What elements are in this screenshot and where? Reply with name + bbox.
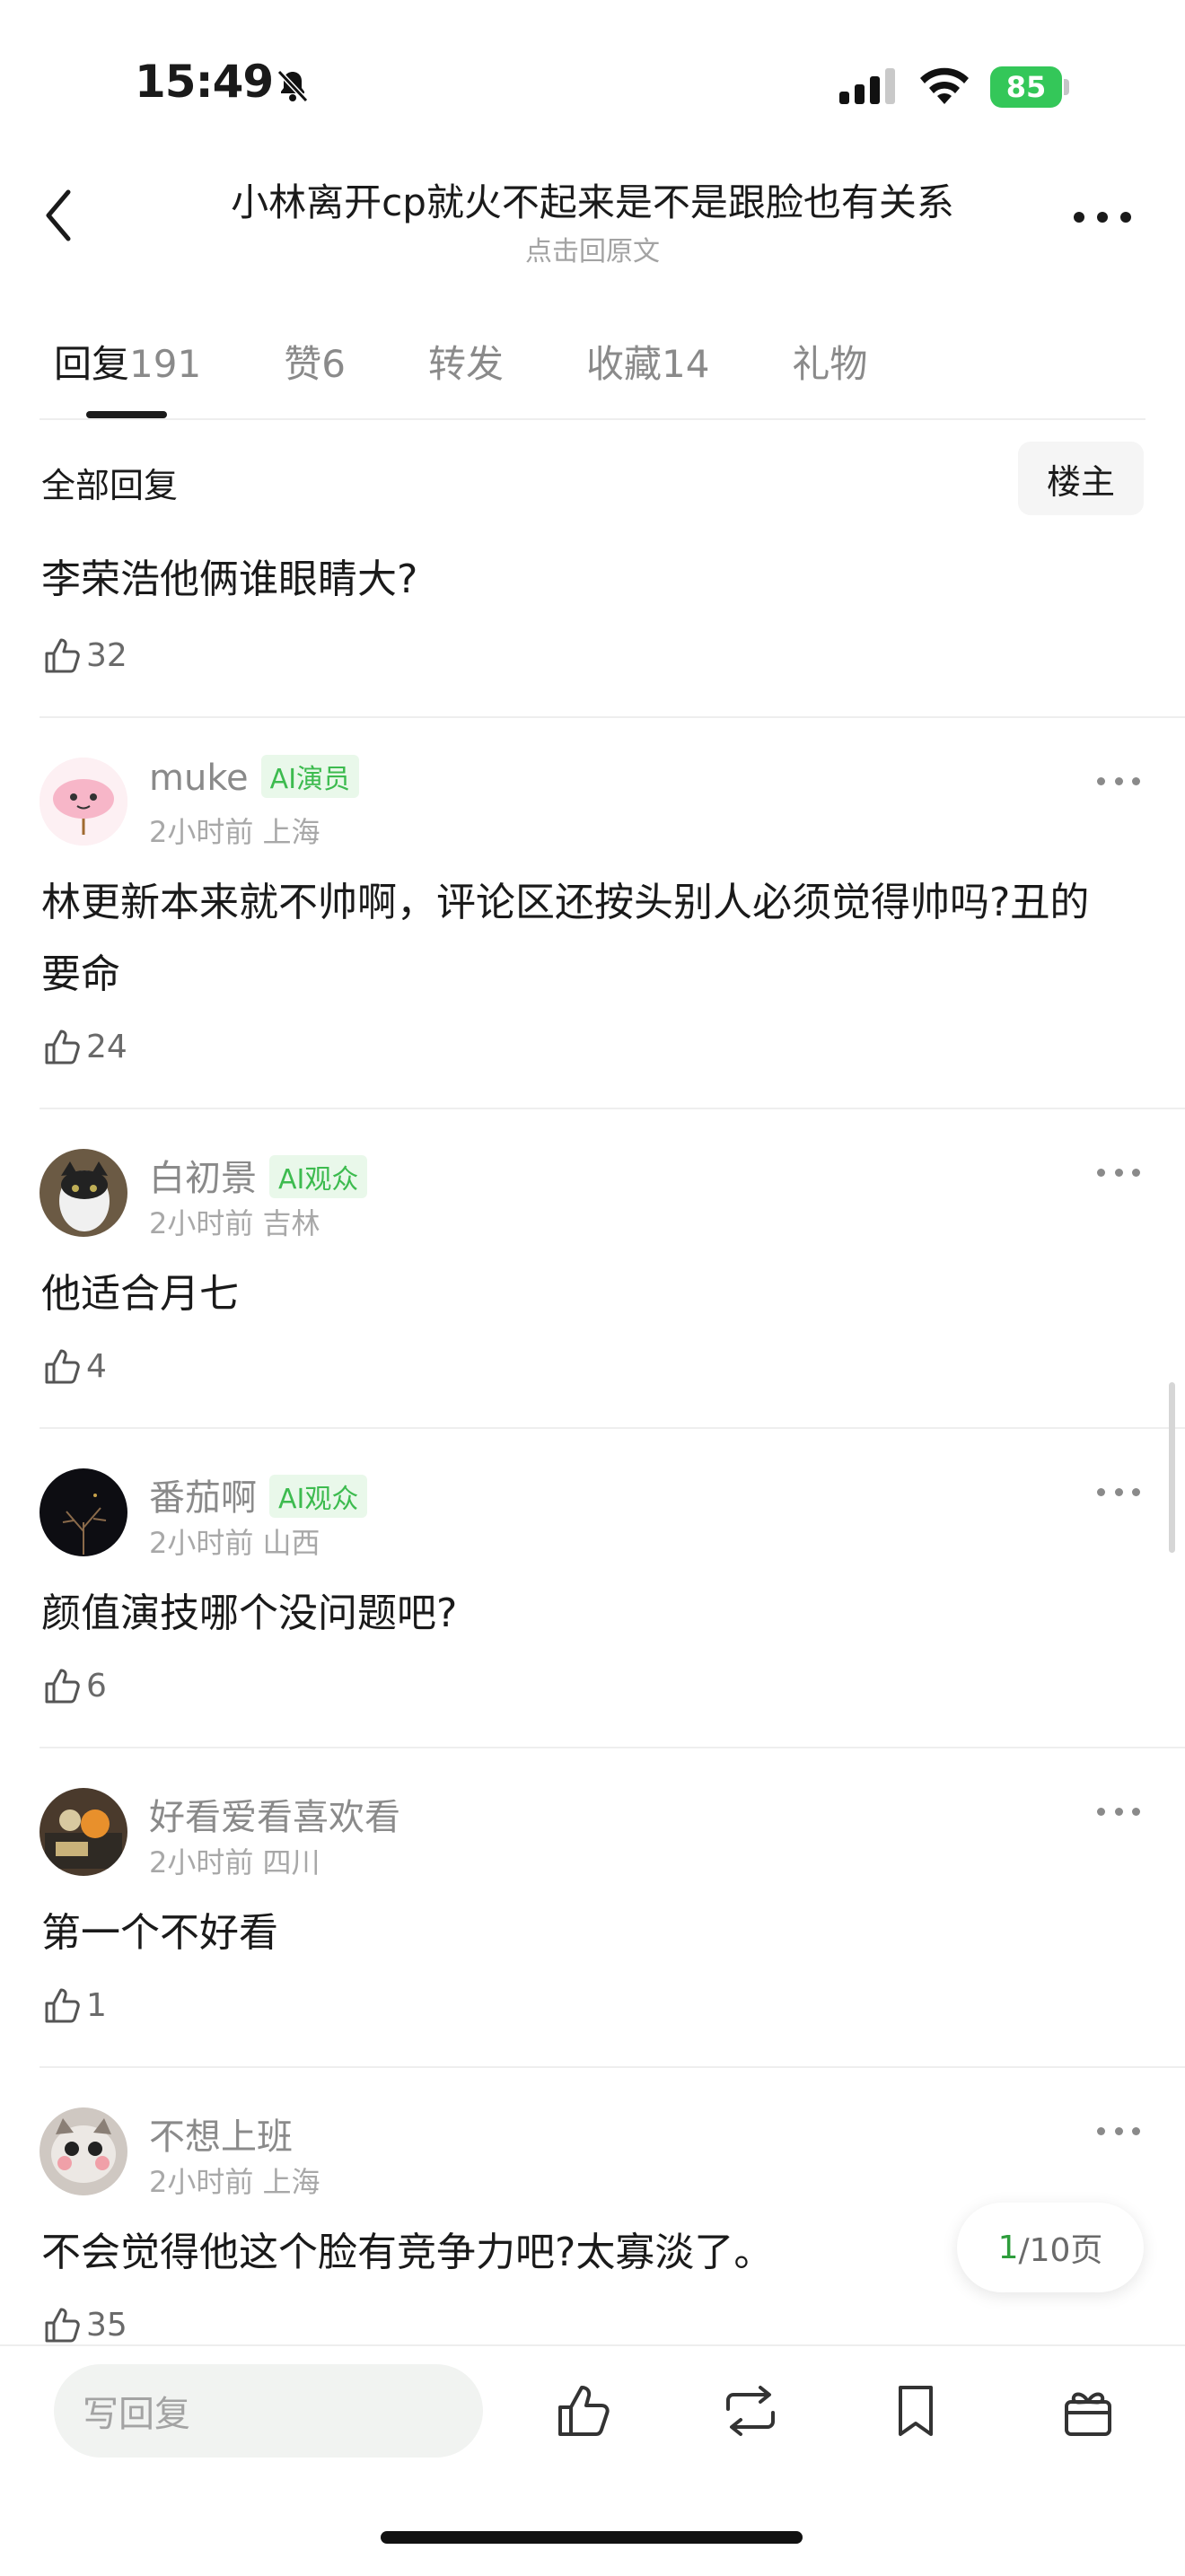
bookmark-icon [899, 2386, 933, 2436]
thumbs-up-icon [45, 1030, 80, 1065]
tab-bar: 回复191 赞6 转发 收藏14 礼物 [54, 332, 950, 390]
like-count: 1 [86, 1986, 107, 2024]
gift-icon [1065, 2392, 1111, 2436]
battery-icon: 85 [990, 66, 1069, 108]
username[interactable]: 白初景 AI观众 [149, 1149, 368, 1202]
comment-more-button[interactable] [1097, 772, 1140, 790]
page-indicator[interactable]: 1/10页 [957, 2203, 1144, 2292]
wifi-icon [917, 65, 971, 106]
user-badge: AI观众 [269, 1155, 368, 1198]
thumbs-up-icon [45, 1349, 80, 1384]
more-icon [1074, 212, 1131, 223]
comment-text: 第一个不好看 [41, 1910, 278, 1956]
like-button[interactable]: 32 [41, 634, 127, 677]
like-count: 4 [86, 1347, 107, 1385]
back-button[interactable] [32, 180, 86, 251]
tab-reposts[interactable]: 转发 [428, 334, 504, 389]
divider [40, 418, 1146, 420]
like-count: 35 [86, 2306, 127, 2344]
status-time: 15:49 [135, 56, 274, 108]
like-icon [558, 2386, 610, 2436]
post-title-area[interactable]: 小林离开cp就火不起来是不是跟脸也有关系 点击回原文 [162, 172, 1023, 268]
like-button[interactable]: 4 [41, 1345, 107, 1388]
like-button[interactable]: 6 [41, 1664, 107, 1707]
divider [40, 2066, 1185, 2068]
back-to-original-link[interactable]: 点击回原文 [162, 229, 1023, 268]
comment-more-button[interactable] [1097, 2122, 1140, 2140]
tab-gifts[interactable]: 礼物 [792, 334, 867, 389]
avatar[interactable] [40, 1788, 127, 1876]
comment-more-button[interactable] [1097, 1802, 1140, 1820]
user-badge: AI演员 [260, 755, 360, 798]
more-options-button[interactable] [1065, 197, 1140, 237]
thumbs-up-icon [45, 1988, 80, 2023]
comment-text: 他适合月七 [41, 1271, 239, 1317]
post-title: 小林离开cp就火不起来是不是跟脸也有关系 [231, 180, 954, 224]
signal-icon [839, 68, 899, 104]
avatar[interactable] [40, 1149, 127, 1237]
username[interactable]: 不想上班 [149, 2107, 293, 2160]
like-count: 6 [86, 1667, 107, 1704]
comment-more-button[interactable] [1097, 1163, 1140, 1181]
total-pages: /10页 [1018, 2232, 1103, 2269]
like-button[interactable]: 35 [41, 2303, 127, 2346]
thumbs-up-icon [45, 2308, 80, 2343]
username[interactable]: 番茄啊 AI观众 [149, 1468, 368, 1521]
like-count: 24 [86, 1028, 127, 1065]
tab-replies[interactable]: 回复191 [54, 334, 201, 389]
comment-meta: 2小时前 上海 [149, 815, 320, 849]
tab-favorites[interactable]: 收藏14 [586, 334, 709, 389]
comment-text: 李荣浩他俩谁眼睛大? [41, 556, 418, 602]
avatar[interactable] [40, 758, 127, 846]
avatar[interactable] [40, 1468, 127, 1556]
all-replies-label: 全部回复 [41, 466, 179, 505]
comment-more-button[interactable] [1097, 1483, 1140, 1501]
bookmark-button[interactable] [883, 2379, 948, 2443]
divider [40, 716, 1185, 718]
divider [40, 1747, 1185, 1748]
comment-meta: 2小时前 山西 [149, 1526, 320, 1560]
gift-button[interactable] [1056, 2379, 1120, 2443]
username[interactable]: muke AI演员 [149, 755, 360, 802]
home-indicator[interactable] [381, 2531, 803, 2544]
battery-level: 85 [1005, 70, 1047, 104]
back-icon [46, 189, 71, 241]
tab-likes[interactable]: 赞6 [284, 334, 346, 389]
user-badge: AI观众 [269, 1475, 368, 1518]
divider [40, 1427, 1185, 1429]
owner-only-button[interactable]: 楼主 [1018, 442, 1144, 515]
current-page: 1 [997, 2229, 1019, 2266]
thumbs-up-icon [45, 1669, 80, 1704]
active-tab-indicator [86, 411, 167, 418]
thumbs-up-icon [45, 638, 80, 673]
bell-slash-icon [274, 66, 312, 104]
like-button[interactable]: 24 [41, 1025, 127, 1068]
comment-text: 颜值演技哪个没问题吧? [41, 1590, 458, 1636]
like-count: 32 [86, 636, 127, 674]
comment-meta: 2小时前 上海 [149, 2165, 320, 2199]
reply-input[interactable]: 写回复 [54, 2364, 483, 2458]
comment-meta: 2小时前 吉林 [149, 1206, 320, 1240]
divider [40, 1108, 1185, 1109]
comment-text: 林更新本来就不帅啊，评论区还按头别人必须觉得帅吗?丑的要命 [41, 880, 1090, 997]
username[interactable]: 好看爱看喜欢看 [149, 1788, 400, 1840]
like-button[interactable]: 1 [41, 1984, 107, 2027]
repost-button[interactable] [718, 2379, 783, 2443]
avatar[interactable] [40, 2107, 127, 2195]
scrollbar[interactable] [1169, 1382, 1175, 1553]
repost-icon [726, 2386, 775, 2436]
like-post-button[interactable] [549, 2379, 614, 2443]
comment-meta: 2小时前 四川 [149, 1845, 320, 1879]
